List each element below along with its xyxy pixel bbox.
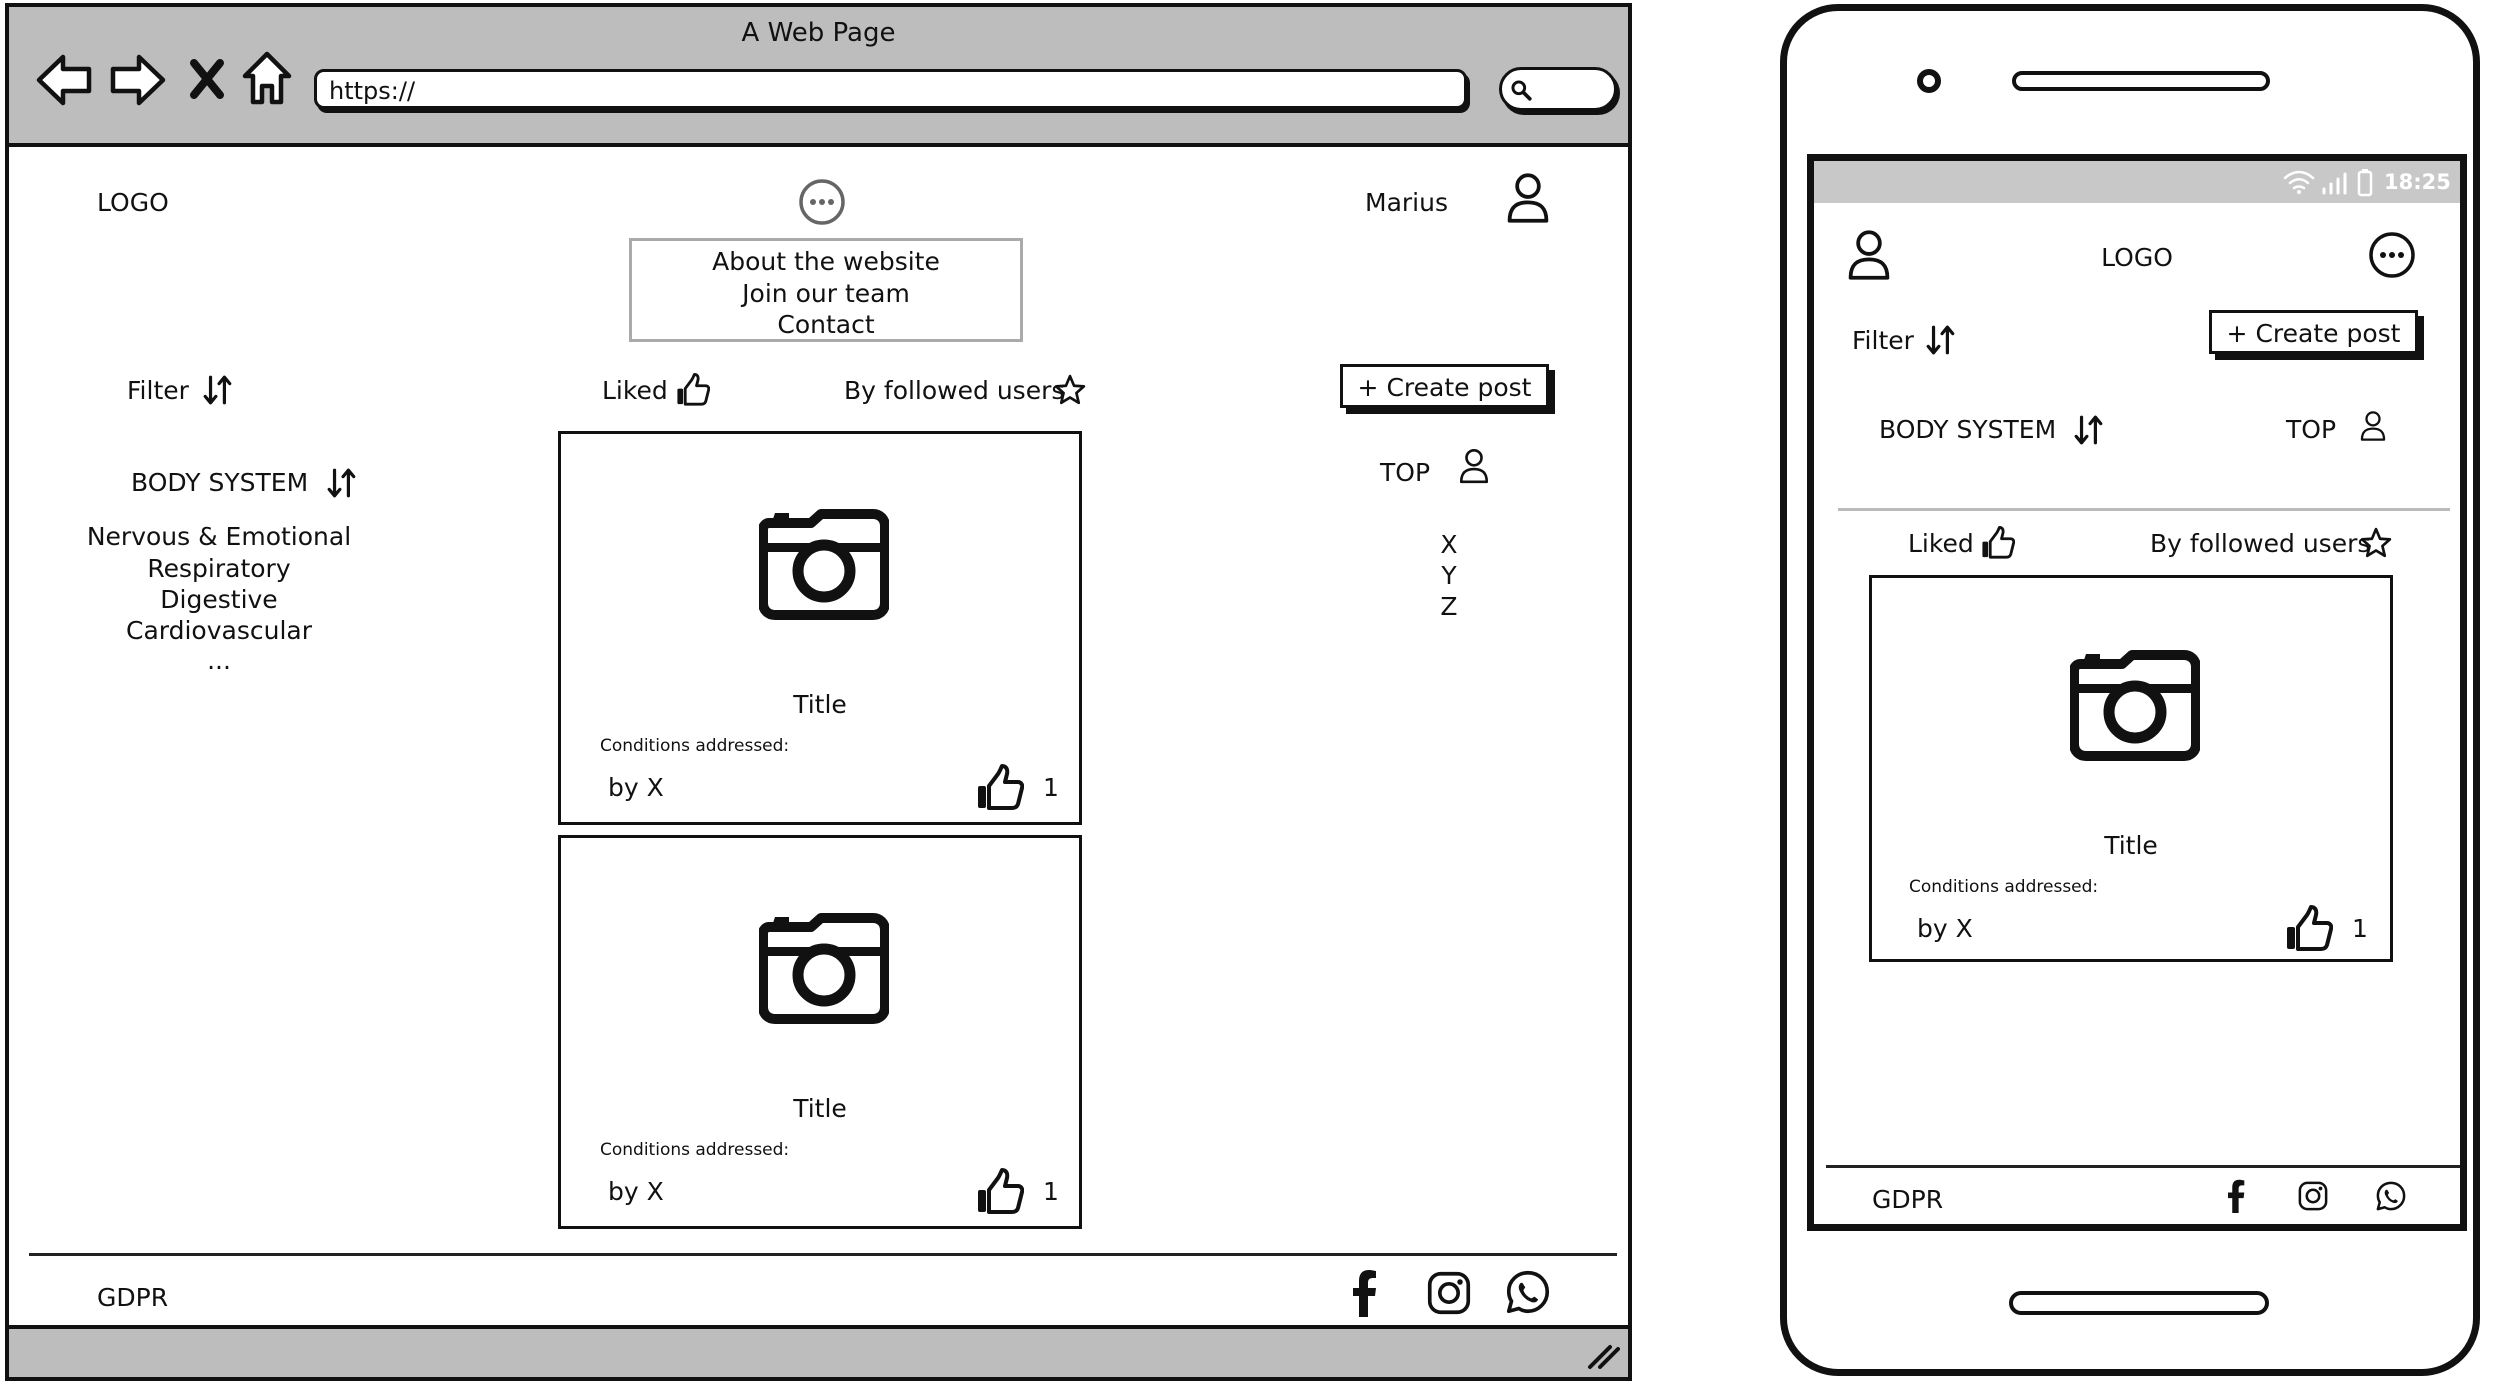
browser-toolbar: A Web Page https:// xyxy=(9,7,1628,147)
star-icon[interactable] xyxy=(1054,374,1086,406)
tab-followed-users[interactable]: By followed users xyxy=(844,378,1064,403)
battery-icon xyxy=(2357,169,2373,197)
browser-status-bar xyxy=(9,1325,1628,1377)
whatsapp-icon[interactable] xyxy=(2376,1181,2406,1211)
body-system-label[interactable]: BODY SYSTEM xyxy=(131,470,308,495)
menu-item-join[interactable]: Join our team xyxy=(632,281,1020,306)
user-icon xyxy=(2360,410,2386,442)
more-icon[interactable] xyxy=(798,178,846,226)
browser-window: A Web Page https:// LOGO Marius About th… xyxy=(5,3,1632,1381)
phone-home-bar[interactable] xyxy=(2009,1291,2269,1315)
phone-speaker xyxy=(2012,71,2270,91)
filter-label[interactable]: Filter xyxy=(127,378,189,403)
wifi-icon xyxy=(2283,170,2315,194)
signal-icon xyxy=(2322,172,2347,195)
phone-screen: 18:25 LOGO Filter + Create post BODY SYS… xyxy=(1807,154,2467,1231)
home-icon[interactable] xyxy=(241,50,293,106)
post-card[interactable]: Title Conditions addressed: by X 1 xyxy=(558,835,1082,1229)
instagram-icon[interactable] xyxy=(1427,1271,1471,1315)
top-user[interactable]: Z xyxy=(1429,594,1469,619)
thumbs-up-icon[interactable] xyxy=(1981,526,2015,560)
like-count: 1 xyxy=(1043,1177,1059,1206)
top-label[interactable]: TOP xyxy=(2286,417,2336,442)
top-user[interactable]: Y xyxy=(1429,563,1469,588)
thumbs-up-icon[interactable] xyxy=(975,1168,1025,1216)
filter-label[interactable]: Filter xyxy=(1852,328,1914,353)
url-bar[interactable]: https:// xyxy=(314,69,1467,109)
post-author[interactable]: by X xyxy=(1917,916,1973,941)
tab-followed-users[interactable]: By followed users xyxy=(2150,531,2370,556)
create-post-label: + Create post xyxy=(2226,319,2401,348)
post-author[interactable]: by X xyxy=(608,1179,664,1204)
star-icon[interactable] xyxy=(2360,527,2392,559)
status-time: 18:25 xyxy=(2384,170,2451,194)
top-user[interactable]: X xyxy=(1429,532,1469,557)
sort-icon[interactable] xyxy=(202,374,234,406)
sort-icon[interactable] xyxy=(326,467,358,499)
gdpr-link[interactable]: GDPR xyxy=(1872,1187,1943,1212)
instagram-icon[interactable] xyxy=(2298,1181,2328,1211)
body-system-item[interactable]: Nervous & Emotional xyxy=(49,524,389,549)
section-divider xyxy=(1838,508,2450,511)
user-icon xyxy=(1459,448,1489,484)
thumbs-up-icon[interactable] xyxy=(2284,905,2334,953)
thumbs-up-icon[interactable] xyxy=(676,373,710,407)
footer-divider xyxy=(29,1253,1617,1256)
logo[interactable]: LOGO xyxy=(97,190,169,215)
post-card[interactable]: Title Conditions addressed: by X 1 xyxy=(1869,575,2393,962)
top-label[interactable]: TOP xyxy=(1380,460,1430,485)
gdpr-link[interactable]: GDPR xyxy=(97,1285,168,1310)
url-text: https:// xyxy=(329,77,416,105)
resize-grip-icon[interactable] xyxy=(1586,1343,1620,1369)
post-title[interactable]: Title xyxy=(561,692,1079,717)
body-system-item[interactable]: Cardiovascular xyxy=(49,618,389,643)
create-post-button[interactable]: + Create post xyxy=(1340,364,1549,408)
dropdown-menu: About the website Join our team Contact xyxy=(629,238,1023,342)
body-system-item[interactable]: Respiratory xyxy=(49,556,389,581)
post-title[interactable]: Title xyxy=(1872,833,2390,858)
more-icon[interactable] xyxy=(2368,231,2416,279)
menu-item-contact[interactable]: Contact xyxy=(632,312,1020,337)
create-post-button[interactable]: + Create post xyxy=(2209,310,2418,354)
like-count: 1 xyxy=(2352,914,2368,943)
facebook-icon[interactable] xyxy=(1353,1269,1377,1317)
camera-icon xyxy=(759,913,889,1025)
footer-divider xyxy=(1826,1165,2460,1168)
post-card[interactable]: Title Conditions addressed: by X 1 xyxy=(558,431,1082,825)
post-conditions: Conditions addressed: xyxy=(1909,877,2099,897)
body-system-label[interactable]: BODY SYSTEM xyxy=(1879,417,2056,442)
like-count: 1 xyxy=(1043,773,1059,802)
thumbs-up-icon[interactable] xyxy=(975,764,1025,812)
browser-search-box[interactable] xyxy=(1499,67,1617,111)
body-system-more[interactable]: ... xyxy=(49,648,389,673)
phone-camera xyxy=(1917,69,1941,93)
post-conditions: Conditions addressed: xyxy=(600,736,790,756)
forward-arrow-icon[interactable] xyxy=(107,53,167,107)
tab-liked[interactable]: Liked xyxy=(1908,531,1974,556)
search-icon xyxy=(1510,79,1532,101)
camera-icon xyxy=(759,509,889,621)
user-icon[interactable] xyxy=(1506,172,1550,224)
whatsapp-icon[interactable] xyxy=(1506,1270,1550,1314)
back-arrow-icon[interactable] xyxy=(35,53,95,107)
phone-status-bar: 18:25 xyxy=(1814,161,2460,203)
tab-liked[interactable]: Liked xyxy=(602,378,668,403)
sort-icon[interactable] xyxy=(1925,324,1957,356)
logo[interactable]: LOGO xyxy=(1814,245,2460,270)
post-conditions: Conditions addressed: xyxy=(600,1140,790,1160)
body-system-item[interactable]: Digestive xyxy=(49,587,389,612)
username[interactable]: Marius xyxy=(1365,190,1448,215)
page-title: A Web Page xyxy=(741,18,896,48)
post-author[interactable]: by X xyxy=(608,775,664,800)
facebook-icon[interactable] xyxy=(2228,1179,2245,1213)
sort-icon[interactable] xyxy=(2073,414,2105,446)
close-icon[interactable] xyxy=(189,57,225,101)
menu-item-about[interactable]: About the website xyxy=(632,249,1020,274)
camera-icon xyxy=(2070,650,2200,762)
post-title[interactable]: Title xyxy=(561,1096,1079,1121)
create-post-label: + Create post xyxy=(1357,373,1532,402)
